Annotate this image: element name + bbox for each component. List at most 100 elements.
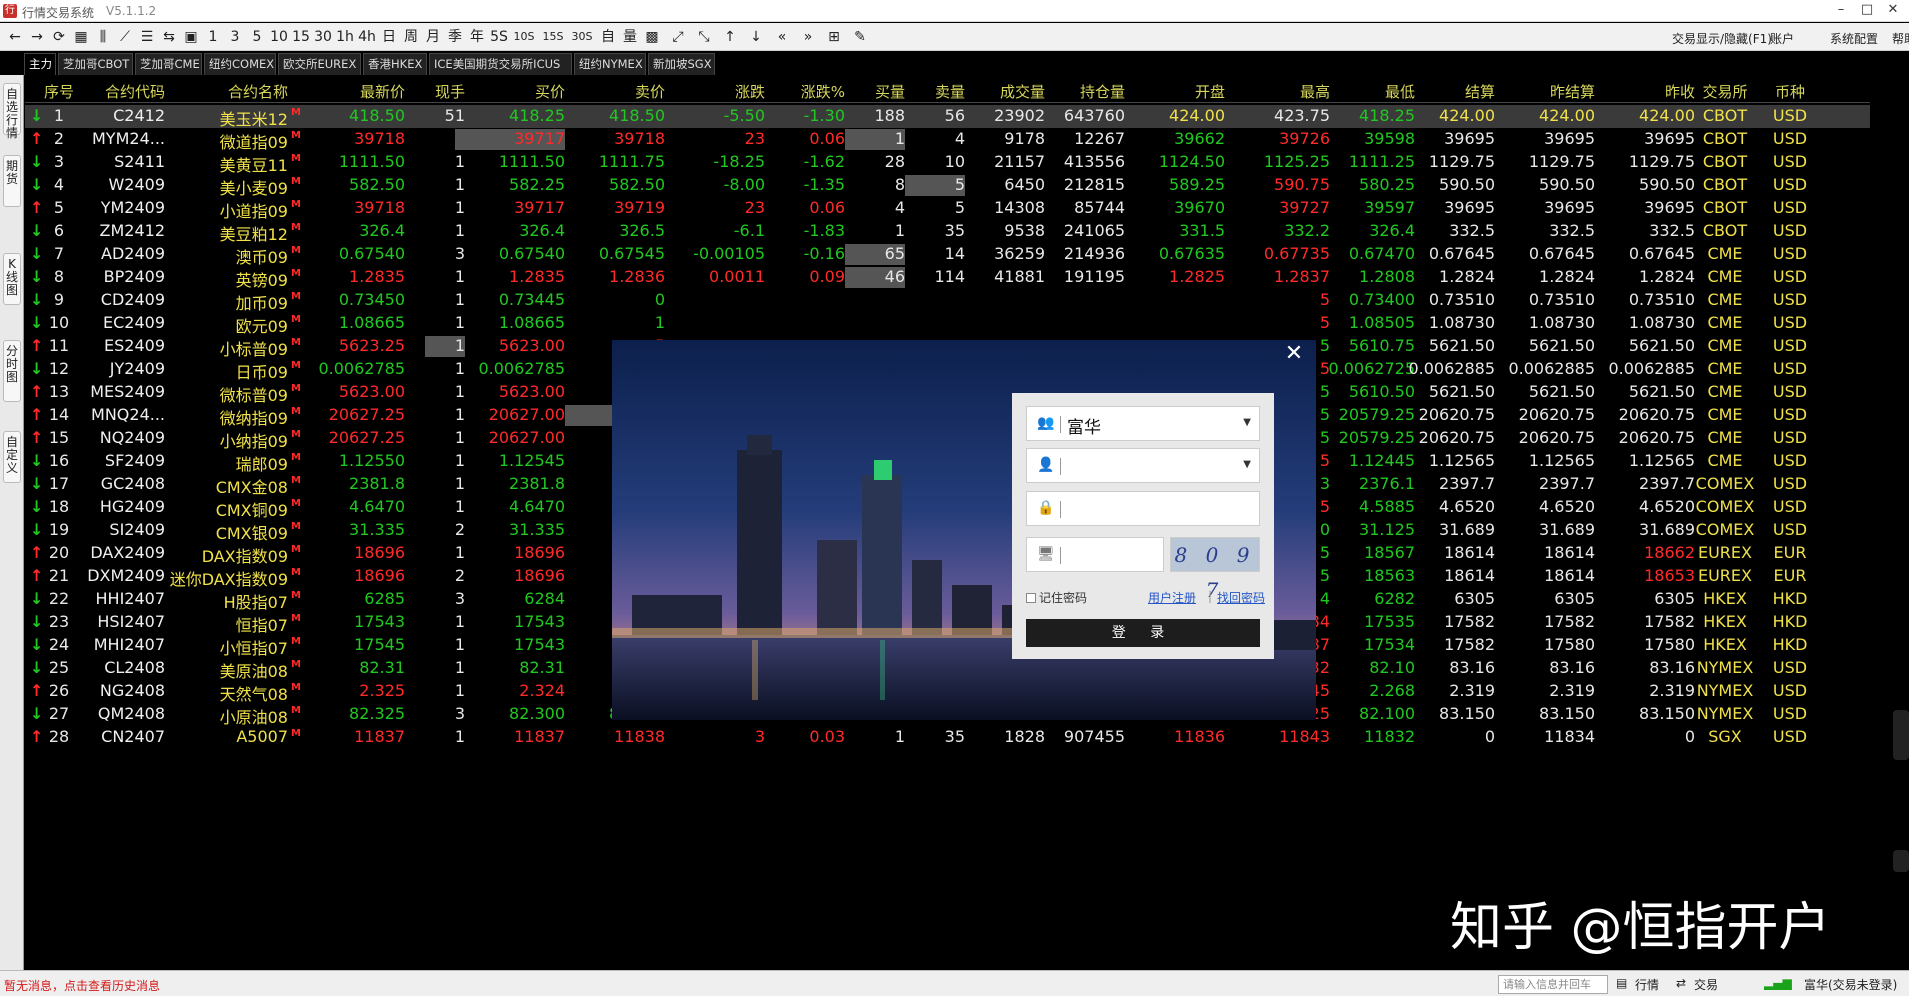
tab-6[interactable]: ICE美国期货交易所ICUS: [429, 53, 572, 75]
tab-3[interactable]: 纽约COMEX: [204, 53, 276, 75]
sidebar-tab-0[interactable]: 自选行情: [3, 83, 21, 140]
col-header-13[interactable]: 开盘: [1125, 81, 1225, 102]
period-15[interactable]: 15S: [539, 28, 567, 46]
period-2[interactable]: 5: [246, 28, 268, 46]
col-header-11[interactable]: 成交量: [965, 81, 1045, 102]
period-7[interactable]: 4h: [356, 28, 378, 46]
back-icon[interactable]: ←: [4, 28, 26, 46]
calc-icon[interactable]: ▦: [70, 28, 92, 46]
tab-0[interactable]: 主力: [24, 53, 56, 75]
captcha-image[interactable]: 8 0 9 7: [1170, 537, 1260, 602]
side-widget[interactable]: [1893, 710, 1909, 760]
arrow-down-icon[interactable]: ↓: [745, 28, 767, 46]
tab-4[interactable]: 欧交所EUREX: [278, 53, 361, 75]
refresh-icon[interactable]: ⟳: [48, 28, 70, 46]
col-header-16[interactable]: 结算: [1395, 81, 1495, 102]
col-header-2[interactable]: 合约名称: [138, 81, 288, 102]
close-icon[interactable]: ✕: [1882, 2, 1904, 20]
grid-icon[interactable]: ⊞: [823, 28, 845, 46]
broker-select[interactable]: 👥 富华 ▼: [1026, 406, 1260, 441]
line-chart-icon[interactable]: ⟋: [114, 28, 136, 46]
dialog-close-icon[interactable]: ✕: [1282, 342, 1306, 366]
sidebar-tab-2[interactable]: K线图: [3, 253, 21, 305]
toolbar-right-1[interactable]: 账户: [1770, 30, 1794, 47]
last-icon[interactable]: »: [797, 28, 819, 46]
col-header-12[interactable]: 持仓量: [1045, 81, 1125, 102]
period-9[interactable]: 周: [400, 28, 422, 46]
tab-5[interactable]: 香港HKEX: [363, 53, 427, 75]
col-header-7[interactable]: 涨跌: [665, 81, 765, 102]
table-row[interactable]: ↑ 28 CN2407 A5007 M 11837 1 11837 11838 3 0.03 1 35 1…: [25, 726, 1870, 749]
tab-7[interactable]: 纽约NYMEX: [574, 53, 646, 75]
expand-icon[interactable]: ⤢: [667, 28, 689, 46]
tab-1[interactable]: 芝加哥CBOT: [58, 53, 133, 75]
table-row[interactable]: ↓ 6 ZM2412 美豆粕12 M 326.4 1 326.4 326.5 -6.1 -1.83 1…: [25, 220, 1870, 244]
toolbar-right-3[interactable]: 帮助: [1892, 30, 1909, 47]
period-10[interactable]: 月: [422, 28, 444, 46]
period-16[interactable]: 30S: [568, 28, 596, 46]
first-icon[interactable]: «: [771, 28, 793, 46]
register-link[interactable]: 用户注册: [1148, 589, 1196, 606]
period-13[interactable]: 5S: [488, 28, 510, 46]
table-row[interactable]: ↓ 10 EC2409 欧元09 M 1.08665 1 1.08665 1 5 1.08505 1.…: [25, 312, 1870, 336]
table-row[interactable]: ↑2MYM24...微道指09M3971823971739718230.0614…: [25, 128, 1870, 152]
tool-1[interactable]: 量: [619, 28, 641, 46]
swap-icon[interactable]: ⇆: [158, 28, 180, 46]
tab-2[interactable]: 芝加哥CME: [135, 53, 202, 75]
pen-icon[interactable]: ✎: [849, 28, 871, 46]
table-row[interactable]: ↓ 7 AD2409 澳币09 M 0.67540 3 0.67540 0.67545 -0.00…: [25, 243, 1870, 267]
search-input[interactable]: 请输入信息并回车: [1498, 975, 1608, 994]
col-header-9[interactable]: 买量: [845, 81, 905, 102]
col-header-8[interactable]: 涨跌%: [775, 81, 845, 102]
tool-0[interactable]: 自: [597, 28, 619, 46]
toolbar-right-0[interactable]: 交易显示/隐藏(F1): [1672, 30, 1772, 47]
side-widget-small[interactable]: [1893, 850, 1909, 872]
period-0[interactable]: 1: [202, 28, 224, 46]
depth-icon[interactable]: ▩: [641, 28, 663, 46]
period-1[interactable]: 3: [224, 28, 246, 46]
quote-icon[interactable]: ▤: [1616, 976, 1627, 990]
table-row[interactable]: ↓ 8 BP2409 英镑09 M 1.2835 1 1.2835 1.2836 0.0011 0.…: [25, 266, 1870, 290]
message-link[interactable]: 暂无消息，点击查看历史消息: [4, 977, 160, 994]
col-header-18[interactable]: 昨收: [1595, 81, 1695, 102]
list-icon[interactable]: ☰: [136, 28, 158, 46]
col-header-20[interactable]: 币种: [1765, 81, 1815, 102]
login-button[interactable]: 登 录: [1026, 619, 1260, 647]
table-row[interactable]: ↓ 9 CD2409 加币09 M 0.73450 1 0.73445 0 5 0.73400 0.7…: [25, 289, 1870, 313]
col-header-6[interactable]: 卖价: [565, 81, 665, 102]
trade-icon[interactable]: ⇄: [1676, 976, 1686, 990]
table-row[interactable]: ↓ 4 W2409 美小麦09 M 582.50 1 582.25 582.50 -8.00 -1.…: [25, 174, 1870, 198]
table-row[interactable]: ↓ 1 C2412 美玉米12 M 418.50 51 418.25 418.50 -5.50 -1…: [25, 105, 1870, 129]
maximize-icon[interactable]: □: [1856, 2, 1878, 20]
period-3[interactable]: 10: [268, 28, 290, 46]
col-header-3[interactable]: 最新价: [295, 81, 405, 102]
arrow-up-icon[interactable]: ↑: [719, 28, 741, 46]
remember-password-checkbox[interactable]: 记住密码: [1026, 589, 1087, 606]
period-5[interactable]: 30: [312, 28, 334, 46]
tab-8[interactable]: 新加坡SGX: [648, 53, 715, 75]
sidebar-tab-4[interactable]: 自定义: [3, 431, 21, 483]
period-11[interactable]: 季: [444, 28, 466, 46]
toolbar-right-2[interactable]: 系统配置: [1830, 30, 1878, 47]
shrink-icon[interactable]: ⤡: [693, 28, 715, 46]
col-header-10[interactable]: 卖量: [905, 81, 965, 102]
sidebar-tab-3[interactable]: 分时图: [3, 340, 21, 402]
col-header-19[interactable]: 交易所: [1690, 81, 1760, 102]
forward-icon[interactable]: →: [26, 28, 48, 46]
minimize-icon[interactable]: –: [1830, 2, 1852, 20]
account-select[interactable]: 👤 ▼: [1026, 448, 1260, 483]
col-header-5[interactable]: 买价: [455, 81, 565, 102]
col-header-17[interactable]: 昨结算: [1495, 81, 1595, 102]
recover-password-link[interactable]: 找回密码: [1217, 589, 1265, 606]
password-field[interactable]: 🔒: [1026, 491, 1260, 526]
trade-button[interactable]: 交易: [1694, 976, 1718, 993]
period-12[interactable]: 年: [466, 28, 488, 46]
quote-button[interactable]: 行情: [1635, 976, 1659, 993]
candle-icon[interactable]: ⫼: [92, 28, 114, 46]
sidebar-tab-1[interactable]: 期货: [3, 155, 21, 207]
period-8[interactable]: 日: [378, 28, 400, 46]
save-icon[interactable]: ▣: [180, 28, 202, 46]
captcha-input[interactable]: 🖥: [1026, 537, 1164, 572]
period-6[interactable]: 1h: [334, 28, 356, 46]
period-4[interactable]: 15: [290, 28, 312, 46]
